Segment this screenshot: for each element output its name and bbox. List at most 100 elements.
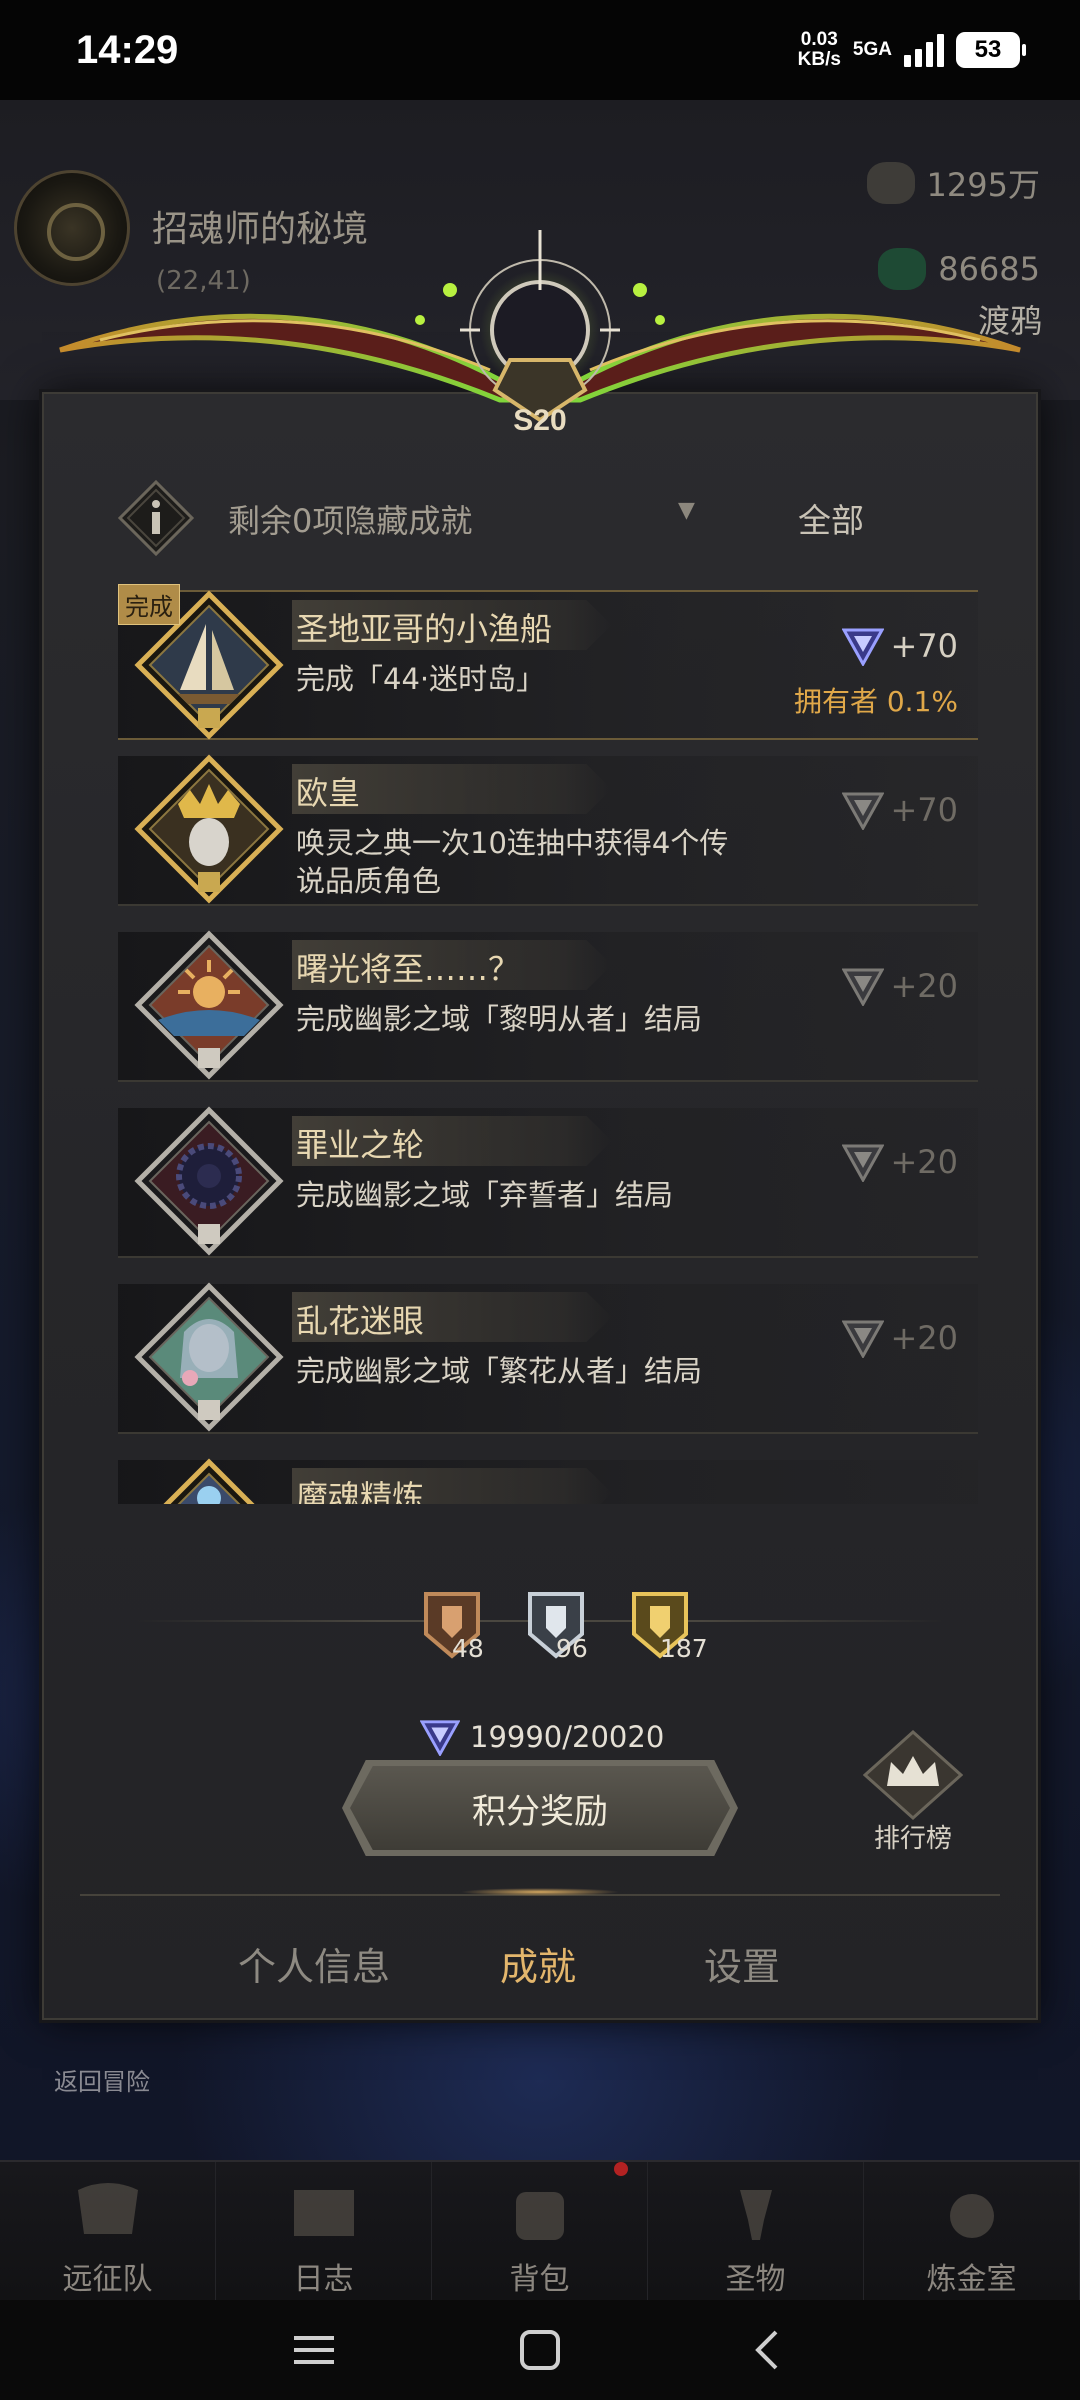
silver-medal: 96 <box>524 1588 588 1663</box>
achievement-title: 乱花迷眼 <box>296 1302 425 1340</box>
achievement-title: 魔魂精炼 <box>296 1478 425 1504</box>
location-name: 招魂师的秘境 <box>152 209 369 250</box>
tab-settings[interactable]: 设置 <box>704 1936 780 1991</box>
score-value: 19990/20020 <box>470 1720 665 1754</box>
points-reward-button[interactable]: 积分奖励 <box>350 1766 730 1850</box>
system-nav-bar <box>0 2300 1080 2400</box>
points-value: +70 <box>890 791 958 829</box>
leaderboard-button[interactable]: 排行榜 <box>858 1729 968 1860</box>
nav-label: 圣物 <box>725 2262 786 2297</box>
crown-king-icon <box>134 754 284 904</box>
gold-medal: 187 <box>628 1588 708 1663</box>
achievement-row[interactable]: 欧皇 唤灵之典一次10连抽中获得4个传说品质角色 +70 <box>118 754 978 906</box>
achievement-row[interactable]: 完成 圣地亚哥的小渔船 完成「44·迷时岛」 +70 拥有者 0.1% <box>118 584 978 740</box>
chalice-icon <box>739 2190 772 2240</box>
filter-dropdown[interactable]: 全部 <box>798 494 864 542</box>
recent-apps-icon[interactable] <box>292 2330 336 2370</box>
triangle-point-icon <box>842 792 885 830</box>
tab-achievements[interactable]: 成就 <box>500 1936 576 1991</box>
leaderboard-label: 排行榜 <box>873 1824 952 1854</box>
raven-label: 渡鸦 <box>977 302 1042 340</box>
network-speed-value: 0.03 <box>800 29 838 50</box>
achievement-points: +20 <box>842 966 958 1006</box>
achievement-list[interactable]: 完成 圣地亚哥的小渔船 完成「44·迷时岛」 +70 拥有者 0.1% 欧皇 唤… <box>118 580 998 1504</box>
nav-expedition[interactable]: 远征队 <box>0 2162 216 2300</box>
network-speed-unit: KB/s <box>797 49 841 70</box>
silver-count: 96 <box>556 1634 588 1663</box>
achievement-desc: 完成幽影之域「黎明从者」结局 <box>296 1002 703 1036</box>
achievement-desc: 完成「44·迷时岛」 <box>296 662 546 696</box>
notification-dot <box>614 2162 628 2176</box>
backpack-icon <box>515 2192 564 2240</box>
medal-summary: 48 96 187 <box>420 1588 708 1663</box>
status-bar: 14:29 0.03 KB/s 5GA 53 <box>0 0 1080 100</box>
network-speed: 0.03 KB/s <box>798 30 841 70</box>
points-value: +70 <box>890 627 958 665</box>
triangle-point-icon <box>842 1144 885 1182</box>
hidden-achievements-label: 剩余0项隐藏成就 <box>228 502 473 540</box>
scroll-icon <box>293 2190 354 2236</box>
signal-icon <box>904 33 944 67</box>
nav-backpack[interactable]: 背包 <box>432 2162 648 2300</box>
season-badge: S20 <box>513 404 567 437</box>
back-to-adventure-button[interactable]: 返回冒险 <box>54 2062 150 2097</box>
triangle-point-icon <box>842 1320 885 1358</box>
home-icon[interactable] <box>518 2330 562 2370</box>
achievement-points: +20 <box>842 1142 958 1182</box>
bronze-medal: 48 <box>420 1588 484 1663</box>
score-display: 19990/20020 <box>420 1718 664 1756</box>
achievement-title: 圣地亚哥的小渔船 <box>296 610 553 648</box>
nav-alchemy[interactable]: 炼金室 <box>864 2162 1080 2300</box>
nav-journal[interactable]: 日志 <box>216 2162 432 2300</box>
achievement-points: +20 <box>842 1318 958 1358</box>
info-button[interactable] <box>117 479 195 557</box>
achievement-row[interactable]: 魔魂精炼 <box>118 1458 978 1504</box>
nav-label: 远征队 <box>62 2262 153 2297</box>
resource-gem: 86685 <box>878 248 1040 290</box>
nav-label: 背包 <box>509 2262 570 2297</box>
achievement-points: +70 <box>842 790 958 830</box>
flower-elf-icon <box>134 1282 284 1432</box>
nav-relics[interactable]: 圣物 <box>648 2162 864 2300</box>
wheel-of-sin-icon <box>134 1106 284 1256</box>
achievement-title: 欧皇 <box>296 774 361 812</box>
green-gem-icon <box>878 248 927 290</box>
active-tab-indicator <box>460 1888 620 1896</box>
achievement-desc: 唤灵之典一次10连抽中获得4个传说品质角色 <box>296 826 729 898</box>
helmet-icon <box>77 2183 138 2234</box>
location-emblem-icon[interactable] <box>14 170 130 286</box>
location-coords: (22,41) <box>156 266 251 296</box>
triangle-point-icon <box>842 628 885 666</box>
resource-gem-value: 86685 <box>938 250 1040 288</box>
nav-label: 炼金室 <box>926 2262 1017 2297</box>
game-bottom-nav: 远征队 日志 背包 圣物 炼金室 <box>0 2160 1080 2300</box>
points-value: +20 <box>890 1319 958 1357</box>
triangle-point-icon <box>842 968 885 1006</box>
points-value: +20 <box>890 1143 958 1181</box>
back-icon[interactable] <box>748 2330 788 2370</box>
achievement-row[interactable]: 曙光将至……？ 完成幽影之域「黎明从者」结局 +20 <box>118 930 978 1082</box>
triangle-point-icon <box>420 1720 460 1756</box>
sun-icon <box>134 930 284 1080</box>
status-time: 14:29 <box>76 27 179 72</box>
dropdown-arrow-icon[interactable]: ▼ <box>678 498 695 523</box>
achievement-desc: 完成幽影之域「繁花从者」结局 <box>296 1354 703 1388</box>
completed-tag: 完成 <box>118 584 180 625</box>
info-icon <box>117 479 195 557</box>
alchemy-icon <box>949 2194 994 2238</box>
tab-profile[interactable]: 个人信息 <box>238 1936 390 1991</box>
points-value: +20 <box>890 967 958 1005</box>
owner-percentage: 拥有者 0.1% <box>793 685 958 718</box>
resource-gold: 1295万 <box>866 160 1040 206</box>
resource-gold-value: 1295万 <box>926 166 1040 204</box>
achievement-desc: 完成幽影之域「弃誓者」结局 <box>296 1178 674 1212</box>
nav-label: 日志 <box>293 2262 354 2297</box>
status-icons: 0.03 KB/s 5GA 53 <box>798 30 1026 70</box>
achievement-row[interactable]: 罪业之轮 完成幽影之域「弃誓者」结局 +20 <box>118 1106 978 1258</box>
stone-icon <box>866 162 915 204</box>
achievement-row[interactable]: 乱花迷眼 完成幽影之域「繁花从者」结局 +20 <box>118 1282 978 1434</box>
achievement-points: +70 <box>842 626 958 666</box>
bronze-count: 48 <box>452 1634 484 1663</box>
network-type: 5GA <box>852 39 892 60</box>
achievement-title: 罪业之轮 <box>296 1126 425 1164</box>
